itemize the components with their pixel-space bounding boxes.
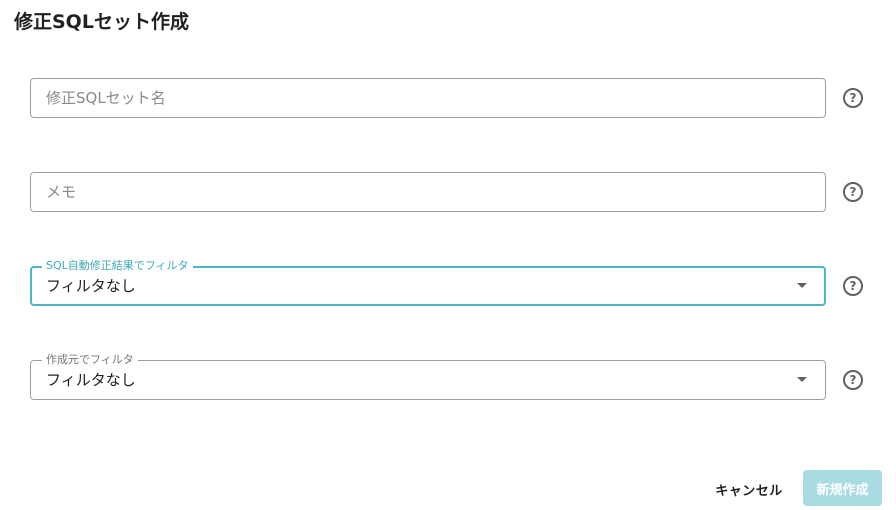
sql-set-name-field[interactable]: [30, 78, 826, 118]
memo-field[interactable]: [30, 172, 826, 212]
help-icon[interactable]: ?: [843, 88, 863, 108]
create-button[interactable]: 新規作成: [803, 470, 882, 506]
auto-fix-filter-select[interactable]: SQL自動修正結果でフィルタ フィルタなし: [30, 259, 826, 306]
auto-fix-filter-value: フィルタなし: [46, 277, 136, 295]
origin-filter-value: フィルタなし: [46, 371, 136, 389]
help-icon[interactable]: ?: [843, 276, 863, 296]
memo-input[interactable]: [46, 173, 806, 211]
auto-fix-filter-label: SQL自動修正結果でフィルタ: [42, 259, 193, 273]
sql-set-name-input[interactable]: [46, 79, 806, 117]
help-icon[interactable]: ?: [843, 182, 863, 202]
caret-down-icon: [797, 377, 807, 382]
origin-filter-select[interactable]: 作成元でフィルタ フィルタなし: [30, 353, 826, 400]
dialog-title: 修正SQLセット作成: [14, 11, 189, 33]
origin-filter-label: 作成元でフィルタ: [42, 353, 138, 367]
caret-down-icon: [797, 283, 807, 288]
cancel-button[interactable]: キャンセル: [702, 472, 796, 506]
help-icon[interactable]: ?: [843, 370, 863, 390]
